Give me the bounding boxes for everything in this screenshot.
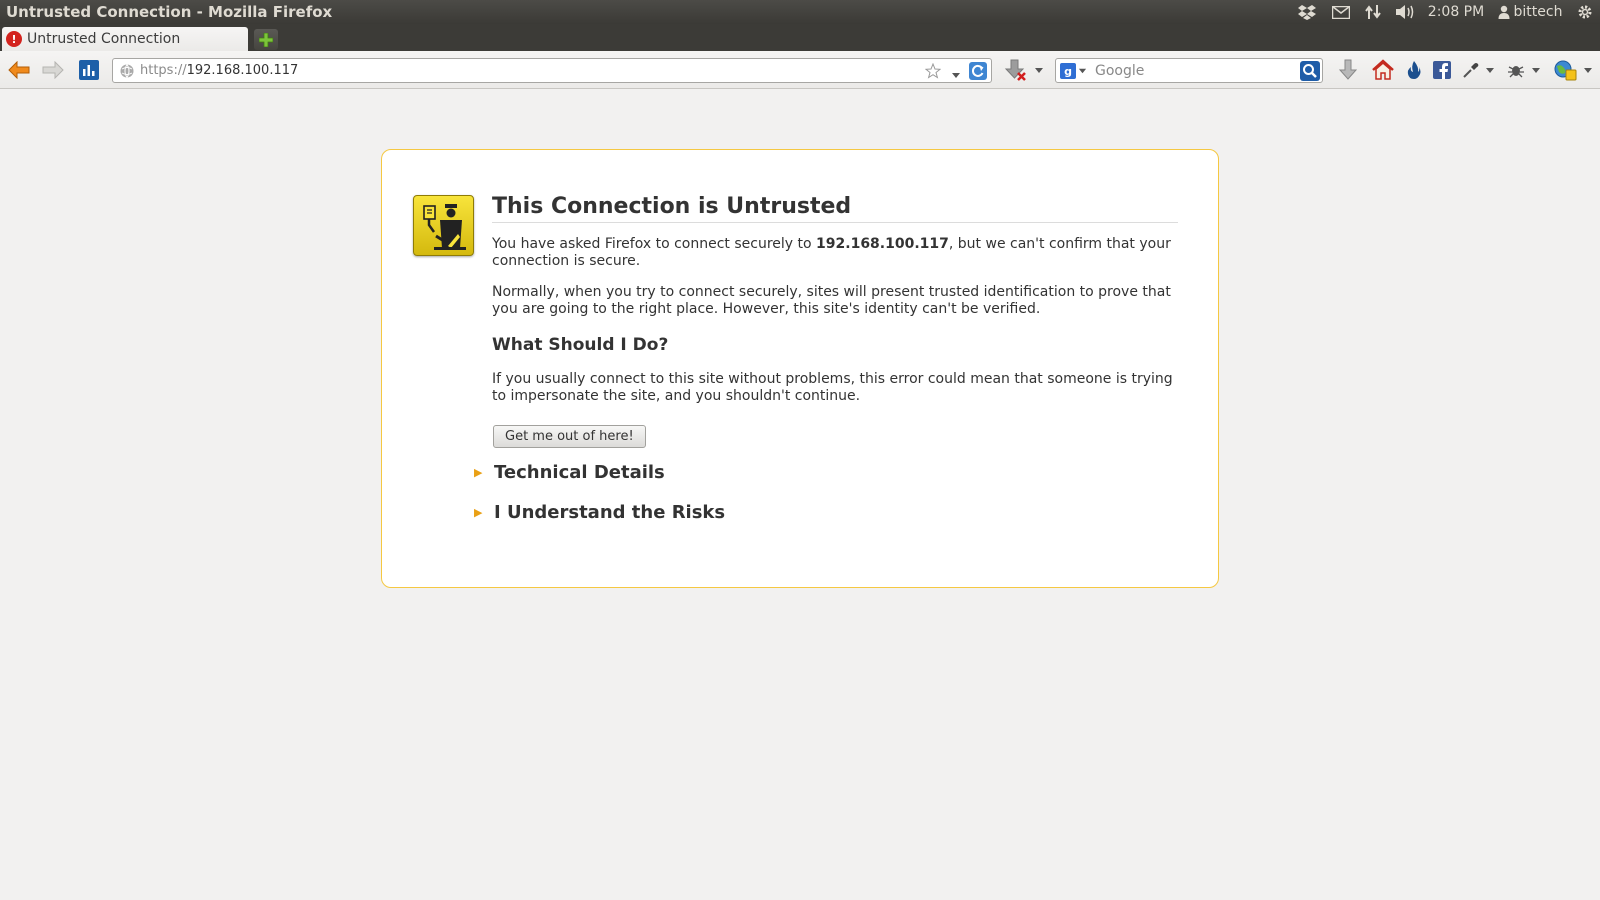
reload-icon: [969, 62, 987, 80]
engine-dropdown-icon: [1078, 68, 1087, 74]
session-gear-icon[interactable]: [1570, 0, 1600, 24]
magnifier-icon: [1300, 61, 1320, 81]
understand-risks-expander[interactable]: ▶ I Understand the Risks: [474, 502, 725, 523]
dropbox-icon[interactable]: [1290, 0, 1324, 24]
tools-extension-button[interactable]: [1460, 58, 1482, 82]
mail-icon[interactable]: [1324, 0, 1358, 24]
back-arrow-icon: [8, 61, 30, 79]
bug-extension-button[interactable]: [1505, 58, 1527, 82]
indicator-area: 2:08 PM bittech: [1290, 0, 1600, 24]
error-page-container: This Connection is Untrusted You have as…: [381, 149, 1219, 588]
window-title: Untrusted Connection - Mozilla Firefox: [6, 3, 333, 21]
url-text: https://192.168.100.117: [140, 63, 298, 78]
intro-paragraph: You have asked Firefox to connect secure…: [492, 236, 1182, 270]
page-title: This Connection is Untrusted: [492, 194, 1178, 223]
bookmark-star-icon[interactable]: [924, 62, 942, 83]
facebook-icon: [1433, 61, 1451, 79]
technical-details-label: Technical Details: [494, 462, 665, 483]
user-icon: [1498, 5, 1510, 19]
history-dropdown-icon[interactable]: [951, 65, 961, 84]
page-content: This Connection is Untrusted You have as…: [0, 90, 1600, 900]
network-icon[interactable]: [1358, 0, 1388, 24]
google-engine-icon: g: [1060, 62, 1076, 79]
clock[interactable]: 2:08 PM: [1422, 0, 1490, 24]
error-icon: !: [6, 31, 22, 47]
flame-extension-button[interactable]: [1403, 58, 1425, 82]
forward-button[interactable]: [40, 58, 66, 82]
host-name: 192.168.100.117: [816, 236, 949, 252]
pipette-icon: [1463, 63, 1479, 78]
expander-triangle-icon: ▶: [474, 506, 483, 519]
tools-dropdown-icon[interactable]: [1484, 58, 1496, 82]
user-name: bittech: [1513, 4, 1563, 20]
svg-text:g: g: [1064, 65, 1072, 78]
sync-extension-button[interactable]: [1552, 58, 1578, 82]
bug-dropdown-icon[interactable]: [1530, 58, 1542, 82]
download-blocked-icon: [1004, 59, 1026, 81]
user-menu[interactable]: bittech: [1490, 0, 1570, 24]
understand-risks-label: I Understand the Risks: [494, 502, 726, 523]
navigation-toolbar: https://192.168.100.117 g: [0, 51, 1600, 89]
home-icon: [1372, 59, 1394, 80]
plus-icon: [259, 32, 273, 47]
system-title-bar: Untrusted Connection - Mozilla Firefox 2…: [0, 0, 1600, 24]
reload-button[interactable]: [969, 62, 987, 84]
bar-chart-icon: [79, 60, 99, 80]
stats-extension-button[interactable]: [78, 58, 100, 82]
search-bar[interactable]: g: [1055, 58, 1323, 83]
search-input[interactable]: [1095, 62, 1295, 79]
facebook-button[interactable]: [1432, 58, 1452, 82]
bug-icon: [1508, 66, 1524, 78]
download-arrow-icon: [1338, 59, 1358, 80]
url-bar[interactable]: https://192.168.100.117: [112, 58, 992, 83]
get-me-out-button[interactable]: Get me out of here!: [493, 425, 646, 448]
downloads-blocked-button[interactable]: [1002, 58, 1028, 82]
tab-strip: ! Untrusted Connection: [0, 24, 1600, 51]
url-scheme: https://: [140, 63, 187, 78]
search-button[interactable]: [1300, 61, 1320, 85]
volume-icon[interactable]: [1388, 0, 1422, 24]
url-host: 192.168.100.117: [186, 63, 299, 78]
what-should-i-do-heading: What Should I Do?: [492, 335, 669, 355]
explanation-paragraph: Normally, when you try to connect secure…: [492, 284, 1171, 317]
expander-triangle-icon: ▶: [474, 466, 483, 479]
tab-label: Untrusted Connection: [27, 31, 181, 47]
search-engine-selector[interactable]: g: [1060, 62, 1087, 79]
back-button[interactable]: [6, 58, 32, 82]
home-button[interactable]: [1370, 58, 1396, 82]
tab-untrusted-connection[interactable]: ! Untrusted Connection: [2, 27, 248, 51]
globe-identity-icon[interactable]: [119, 63, 135, 79]
sync-dropdown-icon[interactable]: [1582, 58, 1594, 82]
downloads-button[interactable]: [1335, 58, 1361, 82]
new-tab-button[interactable]: [254, 29, 278, 50]
intro-text-before: You have asked Firefox to connect secure…: [492, 236, 817, 252]
downloads-dropdown-icon[interactable]: [1033, 58, 1045, 82]
advice-paragraph: If you usually connect to this site with…: [492, 371, 1173, 404]
technical-details-expander[interactable]: ▶ Technical Details: [474, 462, 665, 483]
certificate-guard-icon: [413, 195, 474, 256]
forward-arrow-icon: [42, 61, 64, 79]
globe-sync-icon: [1554, 60, 1577, 81]
flame-icon: [1407, 61, 1421, 79]
